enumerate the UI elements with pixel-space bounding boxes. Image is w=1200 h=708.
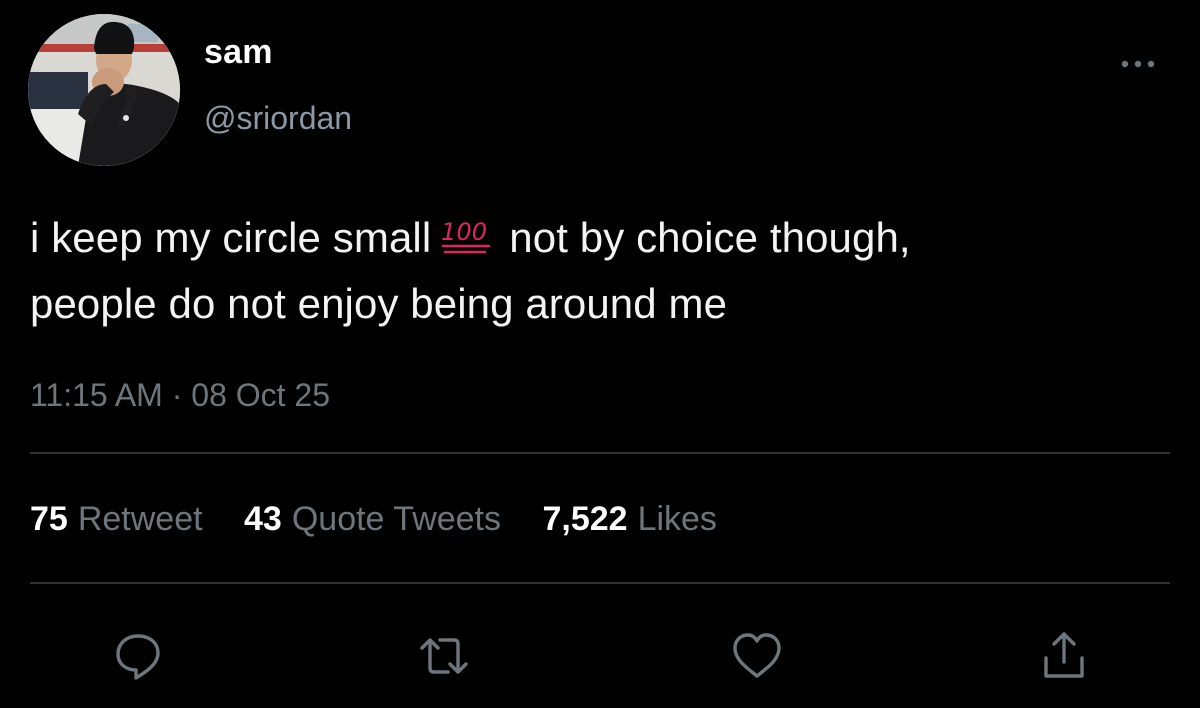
reply-button[interactable] xyxy=(108,626,168,686)
likes-count: 7,522 xyxy=(542,500,628,538)
avatar[interactable] xyxy=(28,14,180,166)
tweet-text-part-1: i keep my circle small xyxy=(30,214,432,261)
share-button[interactable] xyxy=(1034,626,1094,686)
likes-stat[interactable]: 7,522 Likes xyxy=(542,500,716,538)
quote-tweets-label: Quote Tweets xyxy=(291,500,502,538)
tweet-text-line-2: people do not enjoy being around me xyxy=(30,280,728,327)
divider xyxy=(30,582,1170,584)
tweet-card: sam @sriordan i keep my circle small 100 n… xyxy=(0,0,1200,708)
likes-label: Likes xyxy=(637,500,717,538)
tweet-text-part-2: not by choice though, xyxy=(509,214,911,261)
tweet-text: i keep my circle small 100 not by choice t… xyxy=(30,205,1180,337)
more-horizontal-icon xyxy=(1121,60,1155,68)
hundred-points-emoji-icon: 100 xyxy=(437,209,495,254)
retweets-stat[interactable]: 75 Retweet xyxy=(30,500,203,538)
like-button[interactable] xyxy=(727,626,787,686)
user-handle[interactable]: @sriordan xyxy=(204,100,352,137)
retweet-button[interactable] xyxy=(414,626,474,686)
svg-text:100: 100 xyxy=(441,218,487,246)
reply-icon xyxy=(116,634,160,680)
retweets-count: 75 xyxy=(30,500,68,538)
quote-tweets-stat[interactable]: 43 Quote Tweets xyxy=(244,500,501,538)
retweets-label: Retweet xyxy=(77,500,203,538)
avatar-photo xyxy=(28,14,180,166)
tweet-date: 08 Oct 25 xyxy=(191,377,331,413)
share-icon xyxy=(1044,632,1084,678)
action-bar xyxy=(0,626,1200,686)
heart-icon xyxy=(733,633,781,678)
quote-tweets-count: 43 xyxy=(244,500,282,538)
tweet-timestamp[interactable]: 11:15 AM · 08 Oct 25 xyxy=(30,377,330,414)
engagement-stats: 75 Retweet 43 Quote Tweets 7,522 Likes xyxy=(30,500,749,539)
divider xyxy=(30,452,1170,454)
tweet-time: 11:15 AM xyxy=(30,377,163,413)
retweet-icon xyxy=(420,638,468,674)
more-options-button[interactable] xyxy=(1116,52,1160,76)
timestamp-separator: · xyxy=(171,377,183,413)
display-name[interactable]: sam xyxy=(204,33,273,72)
tweet-text-line-1: i keep my circle small 100 not by choice t… xyxy=(30,205,1180,271)
